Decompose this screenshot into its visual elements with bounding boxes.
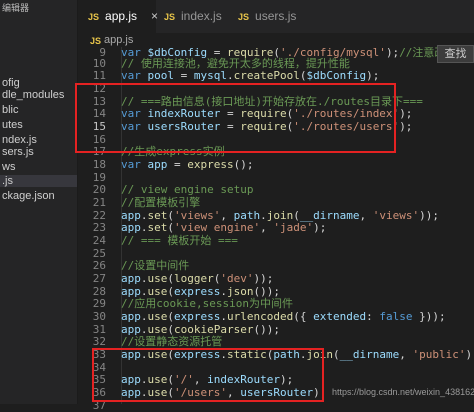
js-file-icon: JS (164, 12, 176, 22)
explorer-item-package-json[interactable]: ckage.json (2, 190, 55, 202)
code-line: //应用cookie,session为中间件 (121, 297, 293, 310)
line-number: 24 (92, 234, 106, 247)
code-line: app.use(express.urlencoded({ extended: f… (121, 310, 446, 323)
tab-users-js[interactable]: JS users.js (238, 0, 318, 33)
code-line: //设置静态资源托管 (121, 335, 223, 348)
tab-app-js[interactable]: JS app.js × (78, 0, 158, 33)
code-line: var pool = mysql.createPool($dbConfig); (121, 69, 380, 82)
code-line: //设置中间件 (121, 259, 190, 272)
code-line: // === 模板开始 === (121, 234, 238, 247)
code-line: app.set('view engine', 'jade'); (121, 221, 327, 234)
line-number: 20 (92, 183, 106, 196)
code-line: //配置模板引擎 (121, 196, 201, 209)
explorer-item-index-js[interactable]: ndex.js (2, 134, 37, 146)
code-line: var app = express(); (121, 158, 254, 171)
breadcrumb: JS app.js (78, 33, 474, 47)
js-file-icon: JS (238, 12, 250, 22)
file-explorer: 编辑器 ofig dle_modules blic utes ndex.js s… (0, 0, 78, 404)
explorer-item-node-modules[interactable]: dle_modules (2, 89, 64, 101)
tab-label: app.js (105, 9, 138, 23)
code-line: app.use(logger('dev')); (121, 272, 274, 285)
find-button[interactable]: 查找 (437, 45, 474, 63)
explorer-item-users-js[interactable]: sers.js (2, 146, 34, 158)
breadcrumb-file[interactable]: app.js (104, 33, 133, 47)
line-number: 21 (92, 196, 106, 209)
explorer-header: 编辑器 (2, 3, 30, 13)
explorer-item-config[interactable]: ofig (2, 77, 20, 89)
line-number: 32 (92, 335, 106, 348)
close-icon[interactable]: × (151, 9, 158, 23)
js-file-icon: JS (88, 12, 100, 22)
editor-tab-bar: JS app.js × JS index.js JS users.js (78, 0, 474, 33)
line-number: 23 (92, 221, 106, 234)
tab-label: index.js (181, 9, 222, 23)
explorer-item-public[interactable]: blic (2, 104, 19, 116)
tab-label: users.js (255, 9, 297, 23)
explorer-item-views[interactable]: ws (2, 161, 15, 173)
line-number: 18 (92, 158, 106, 171)
line-number: 11 (92, 69, 106, 82)
line-number: 27 (92, 272, 106, 285)
explorer-item-app-js[interactable]: .js (0, 175, 77, 187)
highlight-box-router-imports (75, 83, 396, 153)
watermark-text: https://blog.csdn.net/weixin_43816287 (332, 387, 474, 397)
tab-index-js[interactable]: JS index.js (164, 0, 236, 33)
line-number: 29 (92, 297, 106, 310)
line-number: 26 (92, 259, 106, 272)
code-line: // view engine setup (121, 183, 254, 196)
highlight-box-router-usage (92, 348, 324, 402)
line-number: 30 (92, 310, 106, 323)
explorer-item-routes[interactable]: utes (2, 119, 23, 131)
